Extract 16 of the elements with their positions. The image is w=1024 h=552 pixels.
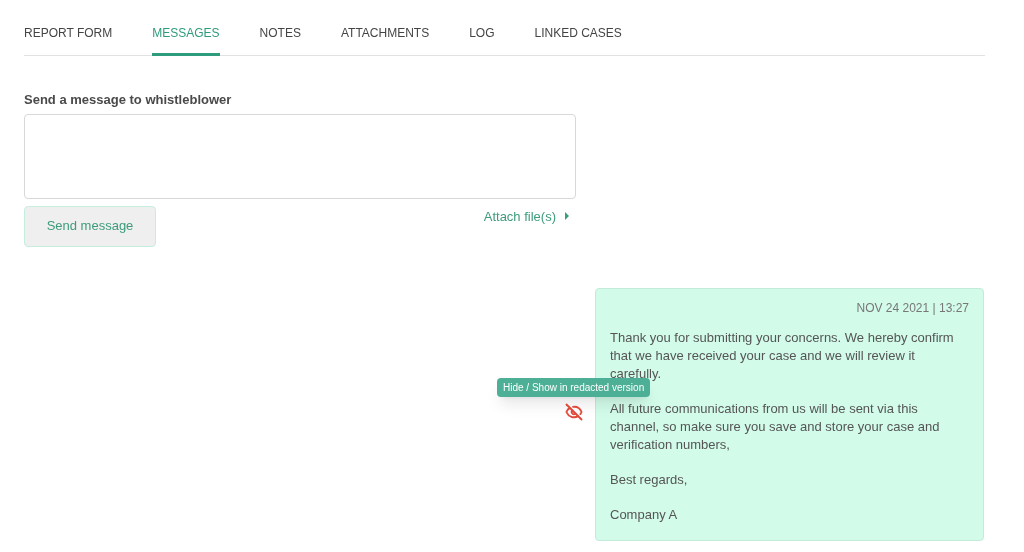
message-timestamp: NOV 24 2021 | 13:27 (855, 299, 969, 317)
tab[interactable]: LINKED CASES (534, 24, 622, 56)
caret-icon (564, 212, 570, 221)
tab[interactable]: LOG (469, 24, 495, 56)
message-paragraph: Company A (610, 505, 679, 524)
attach-files-link[interactable]: Attach file(s) (483, 206, 570, 226)
field-label: Send a message to whistleblower (24, 91, 233, 109)
tab[interactable]: ATTACHMENTS (340, 24, 430, 56)
message-input[interactable] (24, 113, 576, 199)
tab[interactable]: MESSAGES (152, 24, 220, 56)
eye-slash-icon[interactable] (565, 402, 583, 421)
message-paragraph: All future communications from us will be sent via this channel, so make sure you save and store your case and verification numbers, (610, 399, 941, 454)
tab[interactable]: REPORT FORM (24, 24, 113, 56)
tooltip: Hide / Show in redacted version (497, 377, 651, 397)
message-paragraph: Best regards, (610, 470, 689, 489)
tab[interactable]: NOTES (259, 24, 301, 56)
